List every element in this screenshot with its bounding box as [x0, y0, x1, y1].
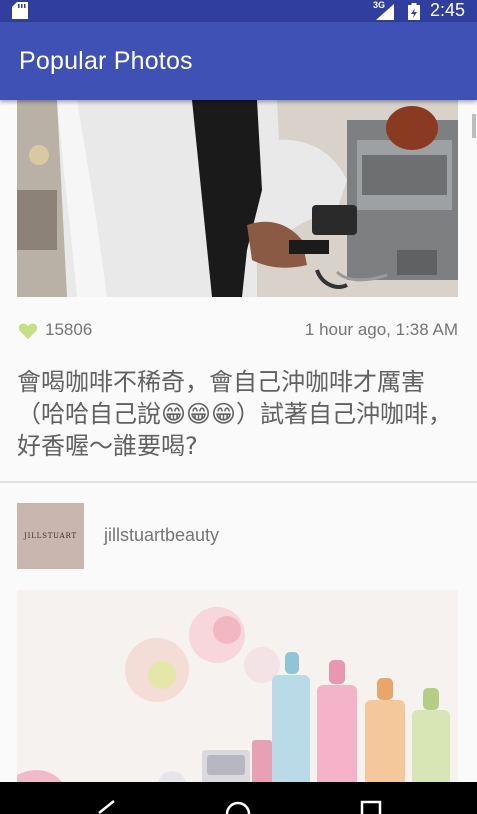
username[interactable]: jillstuartbeauty	[104, 525, 219, 546]
photo-feed[interactable]: 15806 1 hour ago, 1:38 AM 會喝咖啡不稀奇，會自己沖咖啡…	[0, 100, 477, 782]
post-photo[interactable]	[17, 590, 458, 782]
avatar[interactable]: JILLSTUART	[17, 503, 84, 569]
post-timestamp: 1 hour ago, 1:38 AM	[304, 320, 458, 339]
navigation-bar	[0, 782, 477, 814]
app-bar: Popular Photos	[0, 22, 477, 100]
app-title: Popular Photos	[19, 47, 193, 75]
heart-icon[interactable]	[17, 322, 39, 340]
clock: 2:45	[430, 0, 466, 20]
avatar-logo-text: JILLSTUART	[24, 532, 77, 540]
battery-icon	[408, 3, 420, 20]
post-divider	[0, 481, 477, 483]
recents-icon[interactable]	[360, 800, 382, 814]
post-header[interactable]: JILLSTUART jillstuartbeauty	[17, 503, 458, 569]
sd-card-icon	[12, 2, 28, 19]
signal-icon	[376, 4, 394, 20]
post-caption: 會喝咖啡不稀奇，會自己沖咖啡才厲害（哈哈自己說😁😁😁）試著自己沖咖啡，好香喔～誰…	[17, 368, 453, 460]
post-photo[interactable]	[17, 100, 458, 297]
status-bar: 3G 2:45	[0, 0, 477, 22]
scrollbar[interactable]	[472, 114, 476, 138]
back-icon[interactable]	[96, 800, 116, 814]
like-row: 15806 1 hour ago, 1:38 AM	[17, 318, 458, 342]
like-count: 15806	[45, 320, 93, 339]
home-icon[interactable]	[225, 800, 251, 814]
